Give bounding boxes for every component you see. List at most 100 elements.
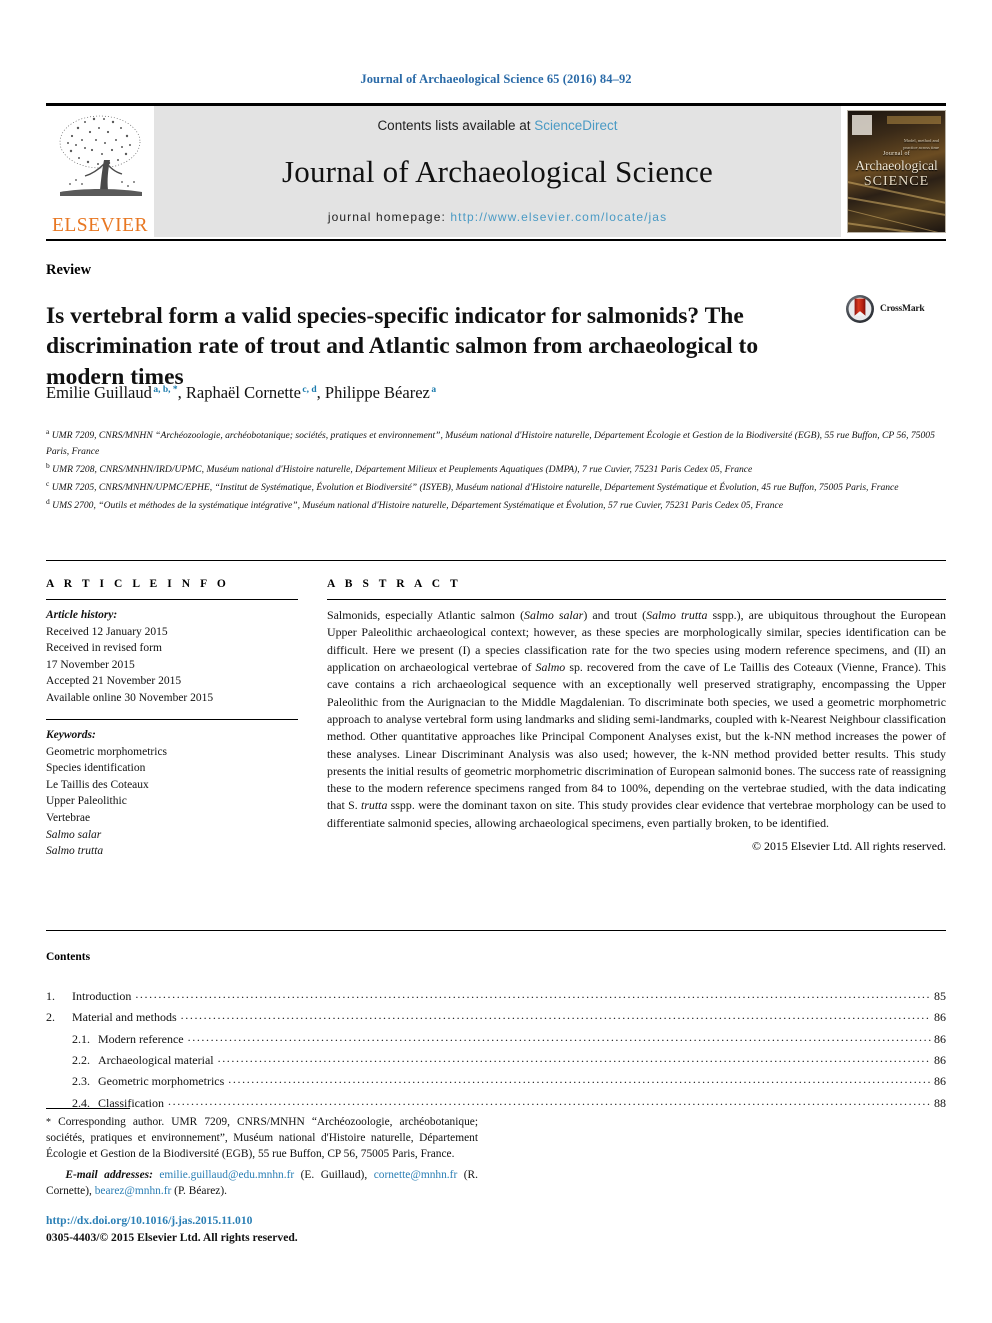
- history-item: Available online 30 November 2015: [46, 691, 214, 704]
- masthead-bottom-rule: [46, 239, 946, 241]
- toc-number: 1.: [46, 989, 55, 1003]
- toc-label: Material and methods: [72, 1010, 177, 1025]
- corresponding-author-marker: *: [46, 1117, 51, 1128]
- affiliation-marker: a: [46, 427, 50, 436]
- sciencedirect-link[interactable]: ScienceDirect: [534, 118, 617, 133]
- author-name: Emilie Guillaud: [46, 383, 152, 402]
- toc-page-number: 86: [934, 1053, 946, 1068]
- email-person: (P. Béarez): [174, 1184, 225, 1197]
- toc-number: 2.4.: [72, 1095, 90, 1110]
- affiliation-list: a UMR 7209, CNRS/MNHN “Archéozoologie, a…: [46, 426, 946, 514]
- author-name: Philippe Béarez: [324, 383, 430, 402]
- toc-label: Introduction: [72, 989, 132, 1003]
- elsevier-wordmark: ELSEVIER: [51, 214, 149, 236]
- cover-subtitle: Model, method and practice across time: [903, 138, 939, 150]
- toc-label: Modern reference: [98, 1031, 184, 1046]
- running-head: Journal of Archaeological Science 65 (20…: [360, 72, 632, 86]
- affiliation-marker: c: [46, 478, 50, 488]
- author-affiliation-marker: a: [431, 384, 437, 395]
- article-section-type: Review: [46, 262, 92, 278]
- affiliation-text: UMR 7209, CNRS/MNHN “Archéozoologie, arc…: [46, 430, 935, 457]
- journal-homepage-line: journal homepage: http://www.elsevier.co…: [328, 210, 667, 224]
- affiliation-item: d UMS 2700, “Outils et méthodes de la sy…: [46, 496, 946, 514]
- journal-cover-thumbnail: Model, method and practice across time Jo…: [847, 110, 946, 233]
- cover-line-archaeological: Archaeological: [855, 158, 938, 173]
- toc-number: 2.2.: [72, 1053, 90, 1068]
- email-link[interactable]: bearez@mnhn.fr: [95, 1185, 172, 1197]
- homepage-link[interactable]: http://www.elsevier.com/locate/jas: [450, 210, 667, 224]
- toc-number: 2.3.: [72, 1074, 90, 1089]
- toc-leader-dots: ........................................…: [187, 1029, 931, 1044]
- corresponding-author-text: Corresponding author. UMR 7209, CNRS/MNH…: [46, 1116, 478, 1161]
- keyword-item: Upper Paleolithic: [46, 795, 127, 808]
- crossmark-label: CrossMark: [880, 304, 925, 314]
- keywords-label: Keywords:: [46, 729, 96, 742]
- abstract-rule: [327, 599, 946, 600]
- journal-title: Journal of Archaeological Science: [282, 153, 713, 189]
- abstract-heading: A B S T R A C T: [327, 578, 462, 590]
- contents-heading: Contents: [46, 951, 91, 963]
- email-link[interactable]: emilie.guillaud@edu.mnhn.fr: [159, 1169, 294, 1181]
- issn-copyright-line: 0305-4403/© 2015 Elsevier Ltd. All right…: [46, 1231, 298, 1245]
- toc-number: 2.1.: [72, 1031, 90, 1046]
- keyword-item: Vertebrae: [46, 812, 91, 825]
- footnote-rule: [46, 1108, 130, 1109]
- page-title: Is vertebral form a valid species-specif…: [46, 302, 759, 390]
- keyword-item: Le Taillis des Coteaux: [46, 778, 149, 791]
- cover-top-band: [887, 116, 941, 124]
- toc-page-number: 85: [934, 989, 946, 1003]
- elsevier-logo: ELSEVIER: [46, 106, 154, 237]
- history-item: Received in revised form: [46, 642, 162, 655]
- cover-line-science: SCIENCE: [863, 174, 930, 189]
- abstract-copyright: © 2015 Elsevier Ltd. All rights reserved…: [752, 839, 946, 854]
- affiliation-text: UMR 7208, CNRS/MNHN/IRD/UPMC, Muséum nat…: [52, 463, 753, 475]
- keyword-item: Species identification: [46, 762, 146, 775]
- toc-entry[interactable]: 2.3. Geometric morphometrics ...........…: [46, 1071, 946, 1092]
- author-name: Raphaël Cornette: [185, 383, 301, 402]
- elsevier-tree-icon: [59, 115, 142, 196]
- email-addresses-label: E-mail addresses:: [65, 1168, 153, 1181]
- affiliation-item: a UMR 7209, CNRS/MNHN “Archéozoologie, a…: [46, 426, 946, 459]
- history-item: Accepted 21 November 2015: [46, 675, 182, 688]
- toc-leader-dots: ........................................…: [217, 1051, 931, 1066]
- affiliation-marker: d: [46, 497, 50, 507]
- toc-entry[interactable]: 1. Introduction ........................…: [46, 986, 946, 1007]
- toc-leader-dots: ........................................…: [228, 1072, 931, 1087]
- toc-page-number: 86: [934, 1010, 946, 1025]
- author-affiliation-marker: a, b, *: [153, 384, 178, 395]
- toc-page-number: 86: [934, 1074, 946, 1089]
- history-item: Received 12 January 2015: [46, 625, 168, 638]
- affiliation-item: b UMR 7208, CNRS/MNHN/IRD/UPMC, Muséum n…: [46, 460, 946, 478]
- affiliation-text: UMS 2700, “Outils et méthodes de la syst…: [52, 500, 784, 512]
- toc-leader-dots: ........................................…: [135, 987, 931, 1001]
- doi-link[interactable]: http://dx.doi.org/10.1016/j.jas.2015.11.…: [46, 1212, 298, 1229]
- toc-entry[interactable]: 2. Material and methods ................…: [46, 1007, 946, 1028]
- affiliation-marker: b: [46, 460, 50, 470]
- article-info-panel: A R T I C L E I N F O Article history: R…: [46, 578, 298, 860]
- affiliation-item: c UMR 7205, CNRS/MNHN/UPMC/EPHE, “Instit…: [46, 478, 946, 496]
- abstract-text: Salmonids, especially Atlantic salmon (S…: [327, 608, 946, 830]
- toc-leader-dots: ........................................…: [168, 1093, 931, 1108]
- toc-label: Archaeological material: [98, 1053, 214, 1068]
- crossmark-icon: [846, 295, 874, 323]
- corresponding-author-note: * Corresponding author. UMR 7209, CNRS/M…: [46, 1114, 478, 1199]
- article-info-heading: A R T I C L E I N F O: [46, 578, 230, 590]
- toc-entry[interactable]: 2.2. Archaeological material ...........…: [46, 1050, 946, 1071]
- article-history: Article history: Received 12 January 201…: [46, 607, 298, 706]
- contents-available-line: Contents lists available at ScienceDirec…: [377, 118, 617, 133]
- keyword-item: Geometric morphometrics: [46, 745, 168, 758]
- email-link[interactable]: cornette@mnhn.fr: [374, 1169, 458, 1181]
- toc-entry[interactable]: 2.1. Modern reference ..................…: [46, 1029, 946, 1050]
- toc-number: 2.: [46, 1010, 55, 1025]
- cover-line-journal: Journal of: [882, 151, 911, 157]
- toc-label: Geometric morphometrics: [98, 1074, 225, 1089]
- cover-elsevier-mark: [852, 115, 872, 135]
- email-person: (E. Guillaud): [300, 1168, 365, 1181]
- crossmark-badge[interactable]: CrossMark: [845, 294, 925, 324]
- toc-entry[interactable]: 2.4. Classification ....................…: [46, 1093, 946, 1114]
- history-item: 17 November 2015: [46, 658, 135, 671]
- author-list: Emilie Guillaud a, b, *, Raphaël Cornette…: [46, 383, 437, 402]
- author-affiliation-marker: c, d: [302, 384, 317, 395]
- toc-leader-dots: ........................................…: [180, 1008, 931, 1023]
- toc-label: Classification: [98, 1095, 164, 1110]
